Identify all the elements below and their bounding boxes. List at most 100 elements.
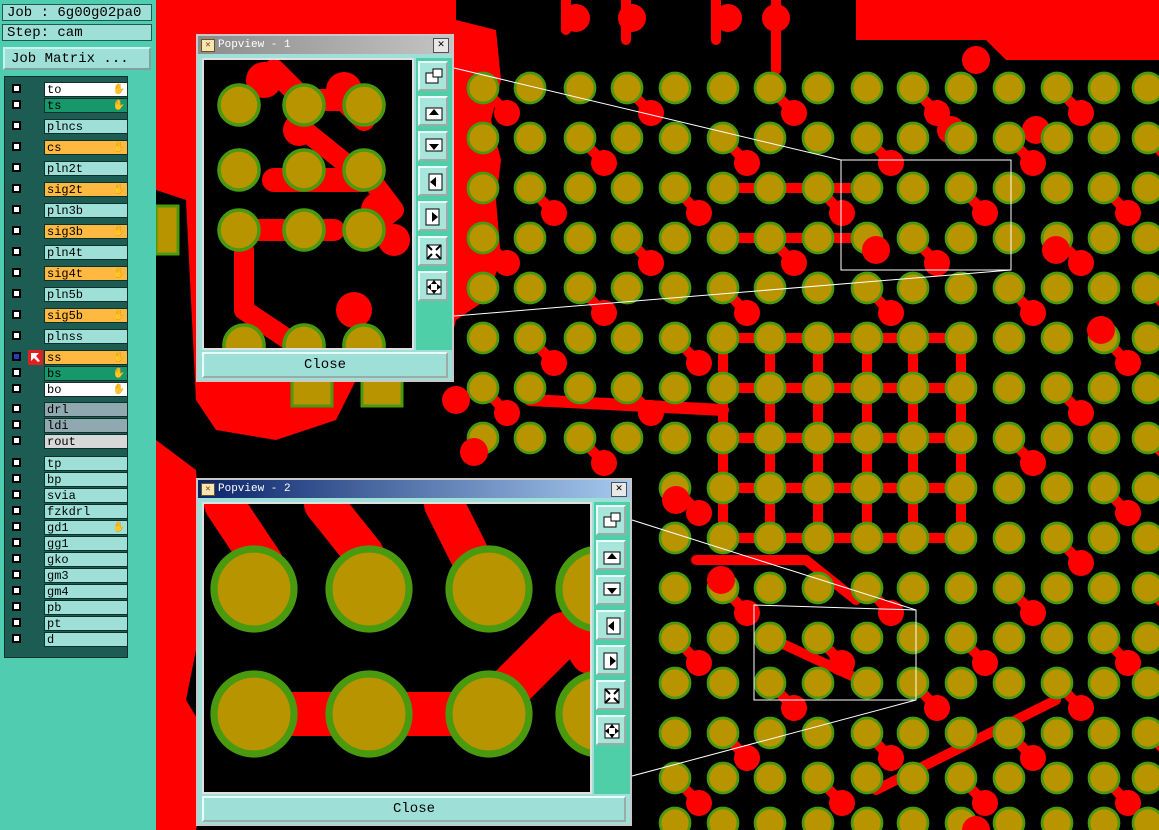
layer-name[interactable]: bs ✋ xyxy=(44,366,128,381)
close-icon[interactable]: ✕ xyxy=(433,38,449,53)
layer-row-gko[interactable]: gko xyxy=(8,552,128,567)
layer-row-drl[interactable]: drl xyxy=(8,402,128,417)
layer-name[interactable]: ts ✋ xyxy=(44,98,128,113)
pan-right-button[interactable] xyxy=(596,645,626,675)
layer-row-sig3b[interactable]: sig3b ✋ xyxy=(8,224,128,239)
layer-row-pln5b[interactable]: pln5b xyxy=(8,287,128,302)
layer-name[interactable]: plnss xyxy=(44,329,128,344)
layer-name[interactable]: pb xyxy=(44,600,128,615)
layer-row-ts[interactable]: ts ✋ xyxy=(8,98,128,113)
layer-display-checkbox[interactable] xyxy=(12,570,21,579)
zoom-fit-button[interactable] xyxy=(596,715,626,745)
layer-name[interactable]: sig4t ✋ xyxy=(44,266,128,281)
layer-row-d[interactable]: d xyxy=(8,632,128,647)
layer-name[interactable]: gg1 xyxy=(44,536,128,551)
layer-row-bs[interactable]: bs ✋ xyxy=(8,366,128,381)
layer-name[interactable]: bp xyxy=(44,472,128,487)
layer-display-checkbox[interactable] xyxy=(12,289,21,298)
layer-name[interactable]: fzkdrl xyxy=(44,504,128,519)
layer-name[interactable]: sig3b ✋ xyxy=(44,224,128,239)
layer-name[interactable]: pln3b xyxy=(44,203,128,218)
layer-name[interactable]: gd1 ✋ xyxy=(44,520,128,535)
layer-name[interactable]: d xyxy=(44,632,128,647)
layer-row-pln4t[interactable]: pln4t xyxy=(8,245,128,260)
layer-name[interactable]: rout xyxy=(44,434,128,449)
pan-down-button[interactable] xyxy=(596,575,626,605)
layer-row-to[interactable]: to ✋ xyxy=(8,82,128,97)
layer-display-checkbox[interactable] xyxy=(12,404,21,413)
layer-name[interactable]: ss ✋ xyxy=(44,350,128,365)
popview-1-close-button[interactable]: Close xyxy=(202,352,448,378)
popview-1-titlebar[interactable]: ✕ Popview - 1 ✕ xyxy=(198,36,452,54)
layer-display-checkbox[interactable] xyxy=(12,634,21,643)
layer-row-gg1[interactable]: gg1 xyxy=(8,536,128,551)
layer-name[interactable]: drl xyxy=(44,402,128,417)
popview-2-viewport[interactable] xyxy=(202,502,592,794)
layer-row-svia[interactable]: svia xyxy=(8,488,128,503)
layer-display-checkbox[interactable] xyxy=(12,384,21,393)
layer-row-rout[interactable]: rout xyxy=(8,434,128,449)
zoom-fit-button[interactable] xyxy=(418,271,448,301)
layer-row-pln2t[interactable]: pln2t xyxy=(8,161,128,176)
layer-display-checkbox[interactable] xyxy=(12,247,21,256)
layer-name[interactable]: sig2t ✋ xyxy=(44,182,128,197)
layer-row-ss[interactable]: ss ✋ xyxy=(8,350,128,365)
layer-display-checkbox[interactable] xyxy=(12,554,21,563)
layer-display-checkbox[interactable] xyxy=(12,331,21,340)
layer-name[interactable]: pln5b xyxy=(44,287,128,302)
layer-display-checkbox[interactable] xyxy=(12,226,21,235)
layer-name[interactable]: pln4t xyxy=(44,245,128,260)
layer-display-checkbox[interactable] xyxy=(12,352,21,361)
layer-name[interactable]: pln2t xyxy=(44,161,128,176)
layer-display-checkbox[interactable] xyxy=(12,618,21,627)
layer-display-checkbox[interactable] xyxy=(12,436,21,445)
job-matrix-button[interactable]: Job Matrix ... xyxy=(3,47,151,70)
layer-row-gm4[interactable]: gm4 xyxy=(8,584,128,599)
popview-2-titlebar[interactable]: ✕ Popview - 2 ✕ xyxy=(198,480,630,498)
layer-display-checkbox[interactable] xyxy=(12,506,21,515)
layer-name[interactable]: svia xyxy=(44,488,128,503)
layer-name[interactable]: cs ✋ xyxy=(44,140,128,155)
layer-display-checkbox[interactable] xyxy=(12,100,21,109)
zoom-out-button[interactable] xyxy=(596,680,626,710)
layer-name[interactable]: gm3 xyxy=(44,568,128,583)
layer-name[interactable]: plncs xyxy=(44,119,128,134)
layer-row-sig5b[interactable]: sig5b ✋ xyxy=(8,308,128,323)
layer-name[interactable]: ldi xyxy=(44,418,128,433)
layer-display-checkbox[interactable] xyxy=(12,602,21,611)
layer-name[interactable]: to ✋ xyxy=(44,82,128,97)
popview-2-close-button[interactable]: Close xyxy=(202,796,626,822)
close-icon[interactable]: ✕ xyxy=(611,482,627,497)
layer-row-pln3b[interactable]: pln3b xyxy=(8,203,128,218)
layer-name[interactable]: sig5b ✋ xyxy=(44,308,128,323)
layer-row-fzkdrl[interactable]: fzkdrl xyxy=(8,504,128,519)
layer-display-checkbox[interactable] xyxy=(12,586,21,595)
zoom-home-button[interactable] xyxy=(596,505,626,535)
layer-row-sig2t[interactable]: sig2t ✋ xyxy=(8,182,128,197)
layer-row-sig4t[interactable]: sig4t ✋ xyxy=(8,266,128,281)
layer-display-checkbox[interactable] xyxy=(12,420,21,429)
layer-row-gd1[interactable]: gd1 ✋ xyxy=(8,520,128,535)
layer-row-pt[interactable]: pt xyxy=(8,616,128,631)
popview-1-viewport[interactable] xyxy=(202,58,414,350)
layer-display-checkbox[interactable] xyxy=(12,310,21,319)
zoom-out-button[interactable] xyxy=(418,236,448,266)
layer-name[interactable]: gm4 xyxy=(44,584,128,599)
layer-row-bp[interactable]: bp xyxy=(8,472,128,487)
layer-row-ldi[interactable]: ldi xyxy=(8,418,128,433)
layer-row-pb[interactable]: pb xyxy=(8,600,128,615)
layer-display-checkbox[interactable] xyxy=(12,121,21,130)
layer-row-cs[interactable]: cs ✋ xyxy=(8,140,128,155)
layer-display-checkbox[interactable] xyxy=(12,142,21,151)
pan-up-button[interactable] xyxy=(418,96,448,126)
layer-name[interactable]: tp xyxy=(44,456,128,471)
layer-display-checkbox[interactable] xyxy=(12,205,21,214)
layer-display-checkbox[interactable] xyxy=(12,368,21,377)
layer-row-gm3[interactable]: gm3 xyxy=(8,568,128,583)
pan-down-button[interactable] xyxy=(418,131,448,161)
layer-display-checkbox[interactable] xyxy=(12,538,21,547)
pan-up-button[interactable] xyxy=(596,540,626,570)
layer-row-bo[interactable]: bo ✋ xyxy=(8,382,128,397)
layer-display-checkbox[interactable] xyxy=(12,522,21,531)
affected-arrow-icon[interactable] xyxy=(28,350,43,365)
